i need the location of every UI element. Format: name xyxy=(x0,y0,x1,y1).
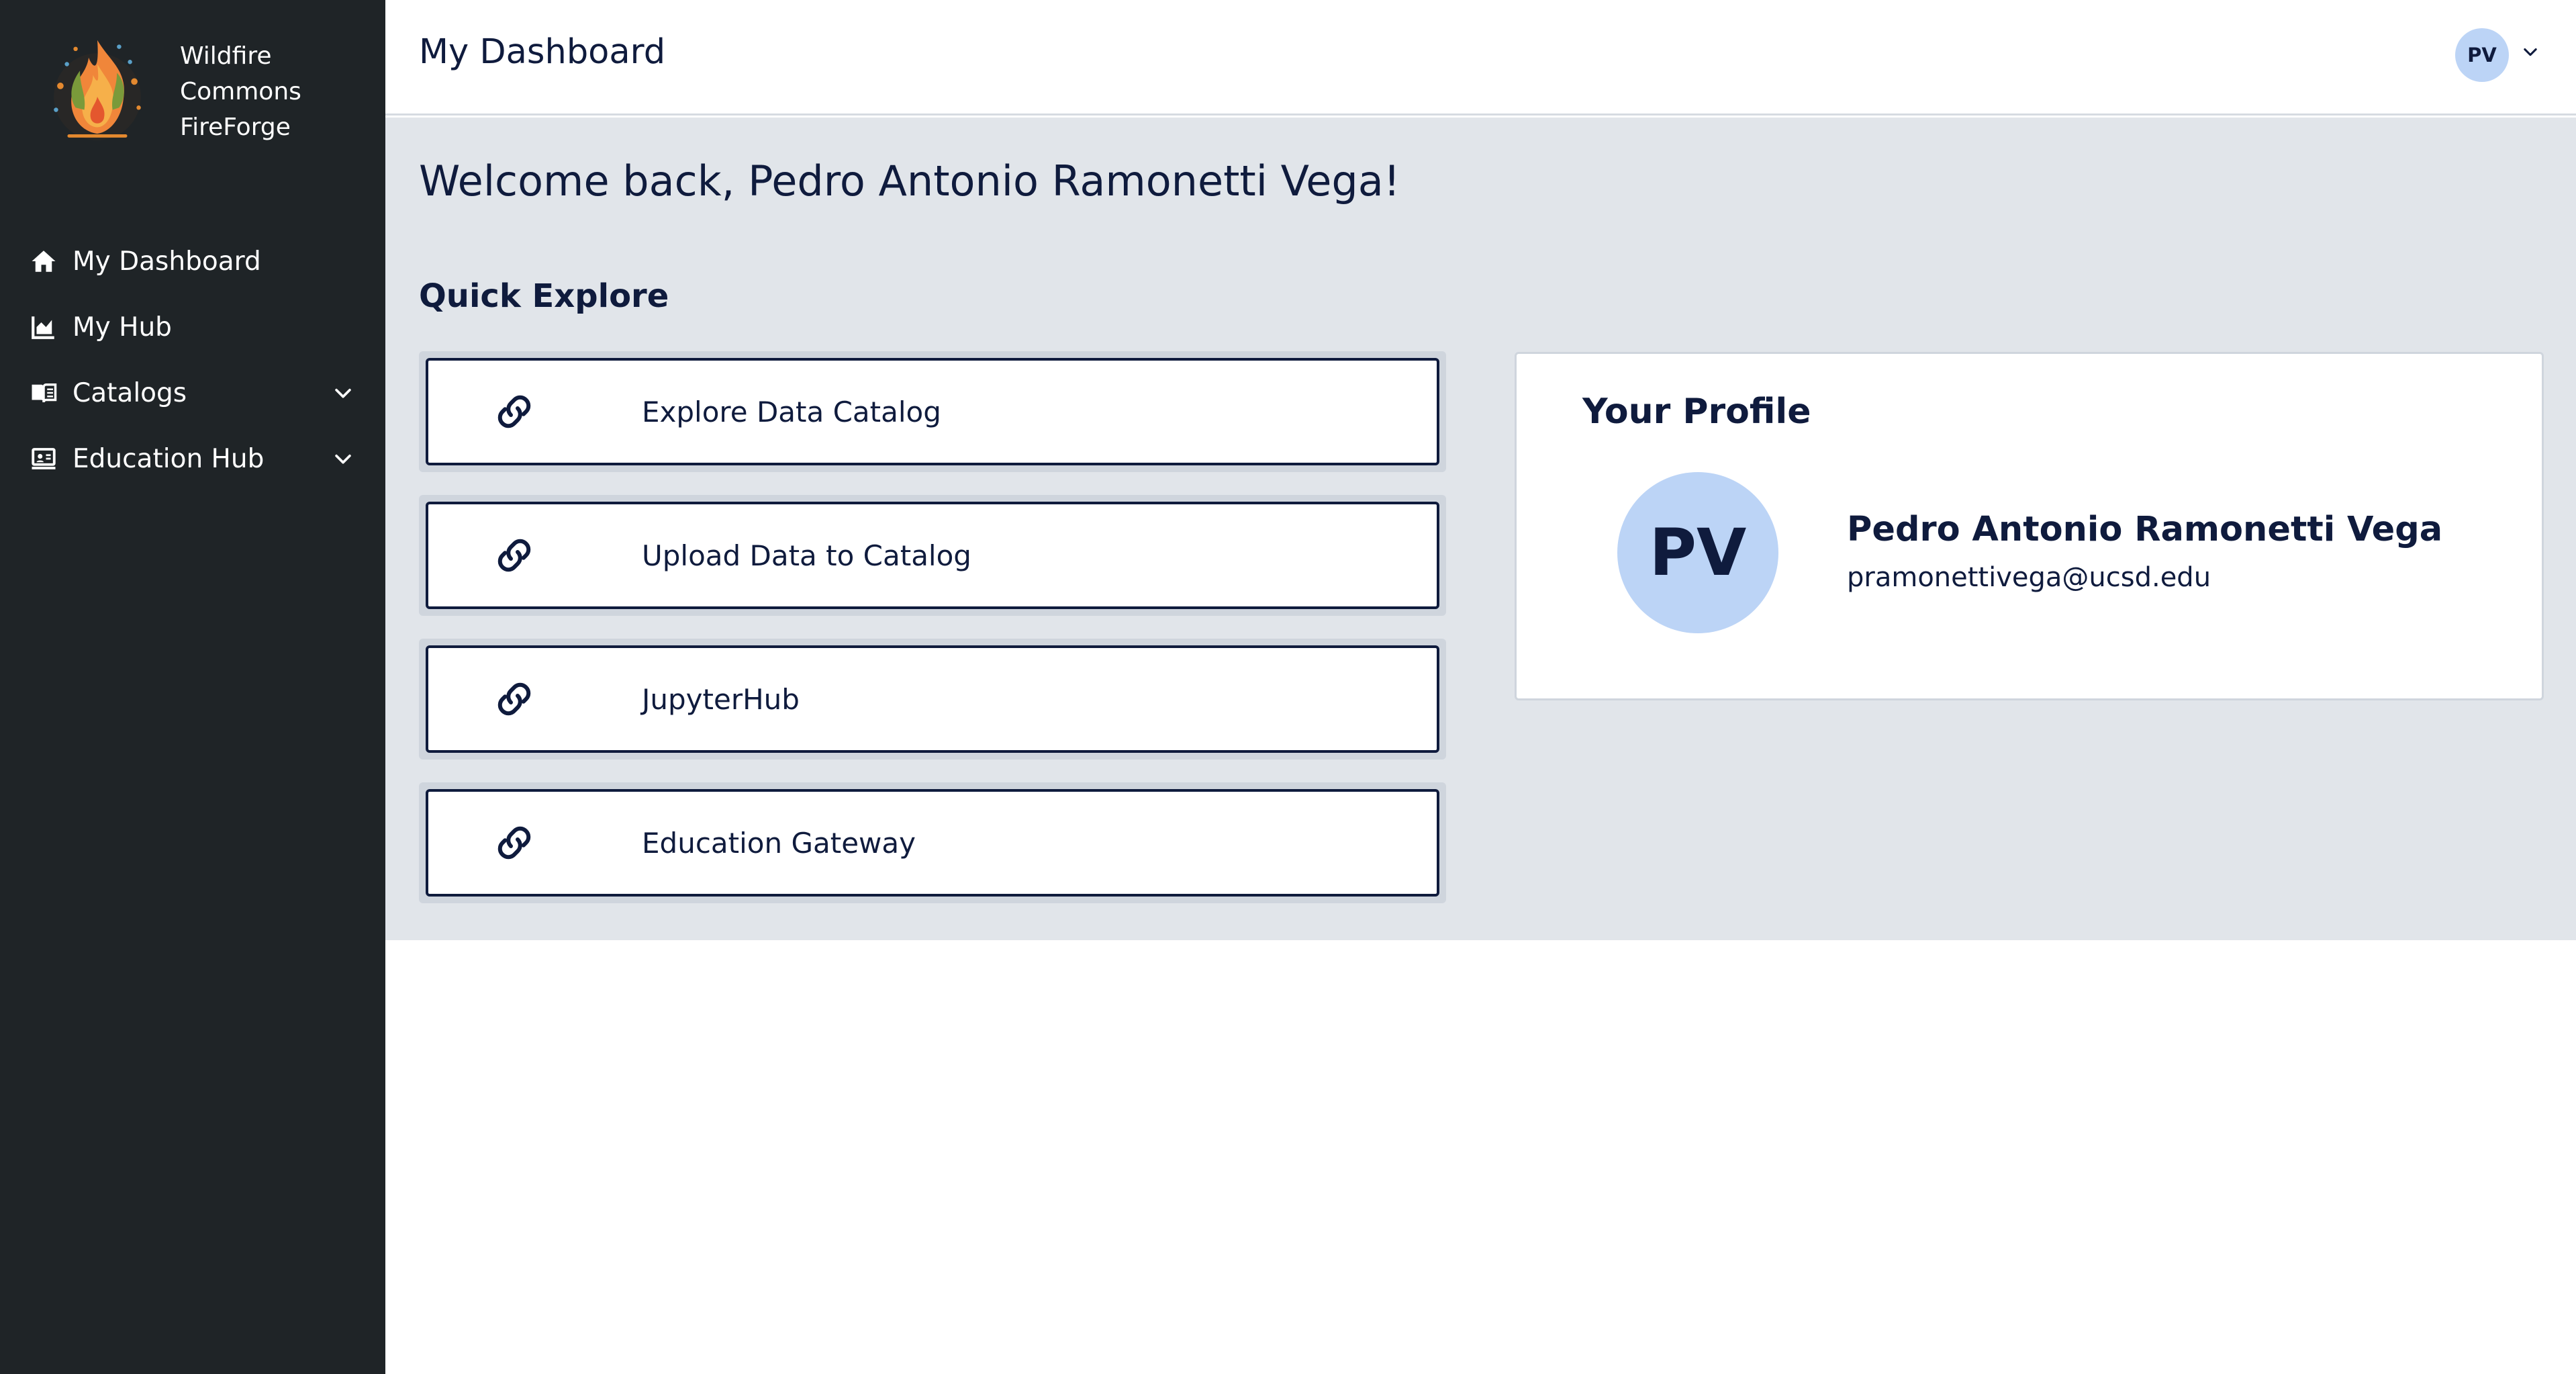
quick-link-label: Explore Data Catalog xyxy=(642,395,941,428)
profile-card: Your Profile PV Pedro Antonio Ramonetti … xyxy=(1515,352,2544,700)
quick-explore-list: Explore Data Catalog Upload Data to Cata… xyxy=(419,351,1446,926)
chevron-down-icon[interactable] xyxy=(332,447,354,470)
quick-link-upload-data[interactable]: Upload Data to Catalog xyxy=(426,502,1439,609)
brand-line-3: FireForge xyxy=(180,113,291,141)
link-icon xyxy=(497,682,531,716)
user-menu[interactable]: PV xyxy=(2455,28,2540,82)
quick-link-card: JupyterHub xyxy=(419,639,1446,760)
app-root: Wildfire Commons FireForge My Dashboard … xyxy=(0,0,2576,1374)
sidebar-nav: My Dashboard My Hub Catalogs Education H… xyxy=(30,228,356,492)
avatar[interactable]: PV xyxy=(2455,28,2509,82)
book-icon xyxy=(32,383,57,403)
chevron-down-icon[interactable] xyxy=(2521,42,2540,61)
sidebar-item-label: Catalogs xyxy=(73,377,187,408)
sidebar-item-my-hub[interactable]: My Hub xyxy=(30,294,356,360)
quick-link-label: Upload Data to Catalog xyxy=(642,539,971,572)
sidebar-item-education-hub[interactable]: Education Hub xyxy=(30,426,356,492)
chart-area-icon xyxy=(32,316,54,339)
welcome-message: Welcome back, Pedro Antonio Ramonetti Ve… xyxy=(419,156,1400,205)
sidebar-item-my-dashboard[interactable]: My Dashboard xyxy=(30,228,356,294)
profile-name: Pedro Antonio Ramonetti Vega xyxy=(1847,510,2443,549)
quick-explore-title: Quick Explore xyxy=(419,277,669,315)
profile-title: Your Profile xyxy=(1582,392,1811,432)
home-icon xyxy=(32,250,56,272)
quick-link-jupyterhub[interactable]: JupyterHub xyxy=(426,645,1439,753)
sidebar-item-label: Education Hub xyxy=(73,443,265,474)
brand-line-1: Wildfire xyxy=(180,42,272,70)
profile-email: pramonettivega@ucsd.edu xyxy=(1847,562,2211,593)
quick-link-explore-data-catalog[interactable]: Explore Data Catalog xyxy=(426,358,1439,465)
page-title: My Dashboard xyxy=(419,32,666,72)
brand[interactable]: Wildfire Commons FireForge xyxy=(43,31,301,152)
profile-avatar: PV xyxy=(1617,472,1778,633)
fire-logo-icon xyxy=(54,40,141,140)
sidebar: Wildfire Commons FireForge My Dashboard … xyxy=(0,0,385,1374)
chevron-down-icon[interactable] xyxy=(332,381,354,404)
quick-link-card: Explore Data Catalog xyxy=(419,351,1446,472)
sidebar-item-label: My Dashboard xyxy=(73,246,261,277)
quick-link-label: JupyterHub xyxy=(642,682,800,716)
brand-text: Wildfire Commons FireForge xyxy=(180,38,301,145)
sidebar-item-catalogs[interactable]: Catalogs xyxy=(30,360,356,426)
link-icon xyxy=(497,539,531,572)
top-header: My Dashboard PV xyxy=(385,0,2576,116)
quick-link-card: Upload Data to Catalog xyxy=(419,495,1446,616)
presentation-icon xyxy=(32,448,56,469)
main-panel: Welcome back, Pedro Antonio Ramonetti Ve… xyxy=(385,118,2576,940)
quick-link-card: Education Gateway xyxy=(419,782,1446,903)
brand-line-2: Commons xyxy=(180,77,301,105)
quick-link-label: Education Gateway xyxy=(642,826,916,860)
sidebar-item-label: My Hub xyxy=(73,312,172,342)
link-icon xyxy=(497,395,531,428)
link-icon xyxy=(497,826,531,860)
quick-link-education-gateway[interactable]: Education Gateway xyxy=(426,789,1439,897)
